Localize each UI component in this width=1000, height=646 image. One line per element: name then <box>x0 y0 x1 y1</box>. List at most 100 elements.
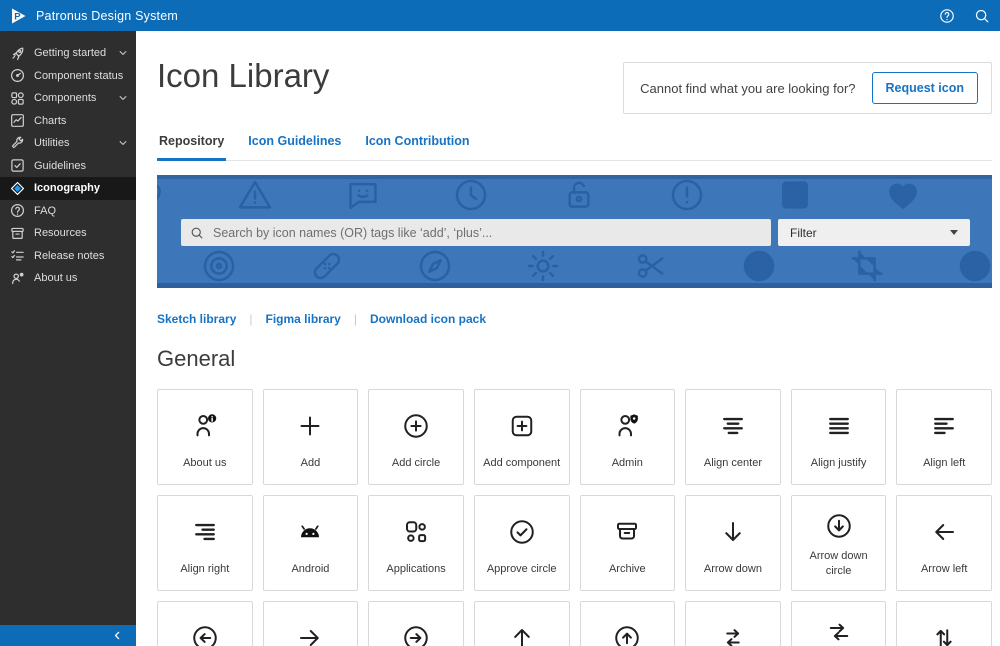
sidebar-item-label: Getting started <box>34 47 107 60</box>
icon-card-label: Arrow down circle <box>809 550 868 577</box>
icon-card-add[interactable]: Add <box>262 389 359 485</box>
sidebar-item-label: Release notes <box>34 249 105 262</box>
icon-card-label: Archive <box>608 563 646 575</box>
search-icon[interactable] <box>974 8 990 24</box>
sidebar-item-components[interactable]: Components <box>0 87 136 110</box>
sidebar-item-guidelines[interactable]: Guidelines <box>0 155 136 178</box>
topbar-actions <box>939 8 1000 24</box>
icon-card-label: Align left <box>923 457 966 469</box>
sidebar-item-label: Iconography <box>34 182 101 195</box>
tab-icon-guidelines[interactable]: Icon Guidelines <box>246 130 343 161</box>
sidebar-item-label: Utilities <box>34 137 70 150</box>
scissors-icon <box>631 246 671 283</box>
warning-icon <box>235 179 275 215</box>
sidebar-item-utilities[interactable]: Utilities <box>0 132 136 155</box>
server-icon <box>775 179 815 215</box>
icon-card-align-center[interactable]: Align center <box>685 389 781 485</box>
gear-icon <box>523 246 563 283</box>
tab-repository[interactable]: Repository <box>157 130 227 161</box>
chevron-down-icon <box>118 48 128 58</box>
filter-dropdown[interactable]: Filter <box>778 219 970 246</box>
icon-card-about-us[interactable]: About us <box>157 389 253 485</box>
magnifier-icon <box>190 226 204 240</box>
icon-card-android[interactable]: Android <box>262 495 359 591</box>
arrows-horizontal-icon <box>718 602 748 646</box>
resources-icon <box>10 226 25 241</box>
link-separator: | <box>249 312 253 326</box>
sidebar-item-label: About us <box>34 272 78 285</box>
icon-card-approve-circle[interactable]: Approve circle <box>473 495 570 591</box>
sidebar-item-getting-started[interactable]: Getting started <box>0 42 136 65</box>
icon-card-align-justify[interactable]: Align justify <box>790 389 887 485</box>
request-icon-button[interactable]: Request icon <box>871 72 978 104</box>
icon-card-label: Align center <box>703 457 762 469</box>
approve-circle-icon <box>507 496 537 562</box>
icon-card-arrows-vertical[interactable]: Arrows vertical <box>896 601 992 646</box>
link-sketch-library[interactable]: Sketch library <box>157 312 236 326</box>
sidebar-nav: Getting started Component status Compone… <box>0 31 136 290</box>
icon-card-arrow-right[interactable]: Arrow right <box>262 601 359 646</box>
icon-card-arrow-right-circle[interactable]: Arrow right circle <box>368 601 464 646</box>
icon-search-banner: Filter <box>157 175 992 288</box>
sidebar-item-about-us[interactable]: About us <box>0 267 136 290</box>
add-component-icon <box>507 390 537 456</box>
sidebar-item-component-status[interactable]: Component status <box>0 65 136 88</box>
sidebar-item-iconography[interactable]: Iconography <box>0 177 136 200</box>
main-content: Icon Library Cannot find what you are lo… <box>136 31 1000 646</box>
icon-card-arrow-down-circle[interactable]: Arrow down circle <box>790 495 887 591</box>
chevron-left-icon[interactable] <box>112 630 123 641</box>
sidebar-item-faq[interactable]: FAQ <box>0 200 136 223</box>
arrow-up-icon <box>507 602 537 646</box>
arrows-vertical-icon <box>929 602 959 646</box>
icon-card-arrow-left-circle[interactable]: Arrow left circle <box>157 601 253 646</box>
help-icon[interactable] <box>939 8 955 24</box>
align-left-icon <box>929 390 959 456</box>
icon-search-field[interactable] <box>181 219 771 246</box>
top-app-bar: P Patronus Design System <box>0 0 1000 31</box>
sidebar-item-release-notes[interactable]: Release notes <box>0 245 136 268</box>
section-title: General <box>157 346 236 371</box>
arrow-down-circle-icon <box>824 496 854 549</box>
sidebar-collapse-bar[interactable] <box>0 625 136 646</box>
tab-icon-contribution[interactable]: Icon Contribution <box>363 130 471 161</box>
icon-card-label: Add <box>300 457 321 469</box>
chevron-down-icon <box>118 138 128 148</box>
search-input[interactable] <box>211 224 762 241</box>
utilities-icon <box>10 136 25 151</box>
link-download-icon-pack[interactable]: Download icon pack <box>370 312 486 326</box>
warning-icon <box>991 179 992 215</box>
icon-card-label: Approve circle <box>486 563 557 575</box>
icon-card-add-component[interactable]: Add component <box>473 389 570 485</box>
icon-card-arrows-horizontal-alt[interactable]: Arrows horizontal-alt <box>790 601 887 646</box>
bandage-icon <box>307 246 347 283</box>
status-icon <box>10 68 25 83</box>
icon-card-label: About us <box>183 457 227 469</box>
sidebar-item-resources[interactable]: Resources <box>0 222 136 245</box>
icon-card-admin[interactable]: Admin <box>579 389 676 485</box>
icon-card-add-circle[interactable]: Add circle <box>368 389 464 485</box>
icon-card-label: Applications <box>386 563 446 575</box>
icon-card-arrows-horizontal[interactable]: Arrows horizontal <box>685 601 781 646</box>
request-icon-box: Cannot find what you are looking for? Re… <box>623 62 992 114</box>
arrow-right-circle-icon <box>401 602 431 646</box>
link-figma-library[interactable]: Figma library <box>266 312 341 326</box>
icon-card-label: Align right <box>180 563 230 575</box>
iconography-icon <box>10 181 25 196</box>
icon-card-align-left[interactable]: Align left <box>896 389 992 485</box>
page-title: Icon Library <box>157 57 330 94</box>
icon-card-applications[interactable]: Applications <box>368 495 464 591</box>
banner-pattern-row-top <box>157 179 992 215</box>
icon-card-arrow-up[interactable]: Arrow up <box>473 601 570 646</box>
arrow-up-circle-icon <box>612 602 642 646</box>
arrow-left-circle-icon <box>190 602 220 646</box>
icon-card-archive[interactable]: Archive <box>579 495 676 591</box>
release-notes-icon <box>10 248 25 263</box>
icon-card-align-right[interactable]: Align right <box>157 495 253 591</box>
icon-card-arrow-left[interactable]: Arrow left <box>896 495 992 591</box>
sidebar-item-charts[interactable]: Charts <box>0 110 136 133</box>
about-us-icon <box>190 390 220 456</box>
icon-card-arrow-down[interactable]: Arrow down <box>685 495 781 591</box>
caret-down-icon <box>950 230 958 235</box>
icon-card-arrow-up-circle[interactable]: Arrow up circle <box>579 601 676 646</box>
patronus-logo[interactable]: P <box>9 7 27 25</box>
